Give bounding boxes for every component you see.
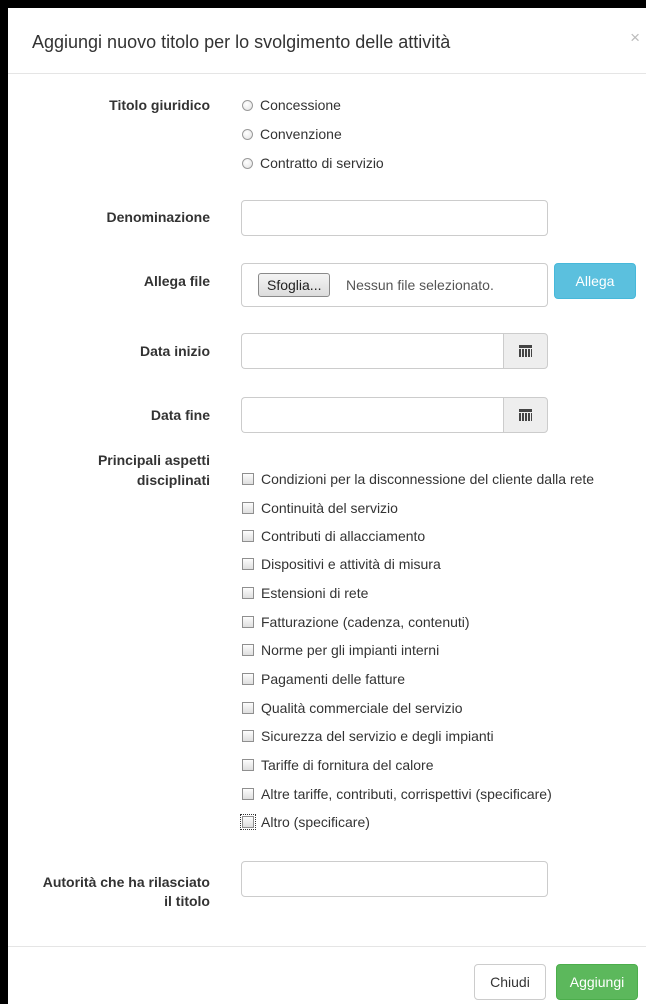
checkbox-label: Pagamenti delle fatture	[261, 671, 405, 687]
browse-button[interactable]: Sfoglia...	[258, 273, 331, 297]
checkbox-item[interactable]: Qualità commerciale del servizio	[242, 698, 463, 718]
checkbox[interactable]	[242, 730, 254, 742]
checkbox-label: Contributi di allacciamento	[261, 528, 426, 544]
checkbox[interactable]	[242, 530, 254, 542]
autorita-label-line2: il titolo	[164, 893, 210, 909]
checkbox-label: Altro (specificare)	[261, 814, 370, 830]
data-fine-label: Data fine	[150, 407, 210, 423]
close-icon[interactable]: ×	[630, 28, 640, 48]
checkbox-item[interactable]: Sicurezza del servizio e degli impianti	[242, 726, 494, 746]
checkbox-item[interactable]: Dispositivi e attività di misura	[242, 554, 441, 574]
checkbox-label: Altre tariffe, contributi, corrispettivi…	[261, 786, 552, 802]
checkbox-item[interactable]: Continuità del servizio	[242, 498, 398, 518]
radio-label: Contratto di servizio	[260, 155, 384, 171]
checkbox-item[interactable]: Altre tariffe, contributi, corrispettivi…	[242, 784, 552, 804]
checkbox[interactable]	[242, 587, 254, 599]
aggiungi-button[interactable]: Aggiungi	[556, 964, 638, 1000]
checkbox-item[interactable]: Condizioni per la disconnessione del cli…	[242, 469, 594, 489]
data-inizio-input[interactable]	[241, 333, 503, 369]
data-fine-calendar-button[interactable]	[503, 397, 548, 433]
allega-file-label: Allega file	[143, 273, 210, 289]
checkbox-label: Qualità commerciale del servizio	[261, 700, 463, 716]
aspetti-label-line2: disciplinati	[136, 472, 210, 488]
radio-concessione[interactable]: Concessione	[242, 95, 341, 115]
checkbox[interactable]	[242, 473, 254, 485]
checkbox-label: Condizioni per la disconnessione del cli…	[261, 471, 595, 487]
checkbox-label: Fatturazione (cadenza, contenuti)	[261, 614, 470, 630]
calendar-icon	[519, 409, 532, 421]
denominazione-input[interactable]	[241, 200, 548, 236]
modal-title: Aggiungi nuovo titolo per lo svolgimento…	[32, 32, 451, 52]
modal-footer: Chiudi Aggiungi	[8, 946, 646, 1005]
checkbox-label: Continuità del servizio	[261, 500, 398, 516]
checkbox[interactable]	[240, 814, 256, 830]
file-status-text: Nessun file selezionato.	[346, 277, 494, 293]
data-inizio-label: Data inizio	[139, 343, 210, 359]
checkbox-item[interactable]: Contributi di allacciamento	[242, 526, 425, 546]
checkbox-label: Tariffe di fornitura del calore	[261, 757, 434, 773]
autorita-input[interactable]	[241, 861, 548, 897]
data-fine-input[interactable]	[241, 397, 503, 433]
checkbox[interactable]	[242, 644, 254, 656]
checkbox-item[interactable]: Pagamenti delle fatture	[242, 669, 405, 689]
checkbox-item[interactable]: Altro (specificare)	[240, 812, 370, 832]
checkbox-label: Norme per gli impianti interni	[261, 642, 440, 658]
radio-button[interactable]	[242, 157, 253, 169]
checkbox[interactable]	[242, 759, 254, 771]
radio-button[interactable]	[242, 128, 253, 140]
radio-contratto-di-servizio[interactable]: Contratto di servizio	[242, 153, 384, 173]
checkbox[interactable]	[242, 788, 254, 800]
titolo-giuridico-label: Titolo giuridico	[109, 97, 210, 113]
checkbox-item[interactable]: Fatturazione (cadenza, contenuti)	[242, 612, 470, 632]
checkbox[interactable]	[242, 558, 254, 570]
checkbox[interactable]	[242, 702, 254, 714]
data-fine-datepicker	[241, 397, 548, 433]
file-input[interactable]: Sfoglia... Nessun file selezionato.	[241, 263, 548, 307]
aspetti-label-line1: Principali aspetti	[97, 452, 210, 468]
denominazione-label: Denominazione	[106, 209, 210, 225]
chiudi-button[interactable]: Chiudi	[474, 964, 546, 1000]
checkbox[interactable]	[242, 616, 254, 628]
data-inizio-datepicker	[241, 333, 548, 369]
checkbox-item[interactable]: Tariffe di fornitura del calore	[242, 755, 434, 775]
checkbox[interactable]	[242, 502, 254, 514]
window-edge-left	[0, 0, 8, 1004]
attach-button[interactable]: Allega	[554, 263, 636, 299]
data-inizio-calendar-button[interactable]	[503, 333, 548, 369]
calendar-icon	[519, 345, 532, 357]
checkbox-item[interactable]: Estensioni di rete	[242, 583, 368, 603]
checkbox-label: Sicurezza del servizio e degli impianti	[261, 728, 494, 744]
modal-header: Aggiungi nuovo titolo per lo svolgimento…	[8, 8, 646, 74]
radio-convenzione[interactable]: Convenzione	[242, 124, 342, 144]
checkbox[interactable]	[242, 673, 254, 685]
radio-label: Convenzione	[260, 126, 342, 142]
checkbox-item[interactable]: Norme per gli impianti interni	[242, 640, 439, 660]
checkbox-label: Dispositivi e attività di misura	[261, 556, 441, 572]
checkbox-label: Estensioni di rete	[261, 585, 369, 601]
window-edge-top	[0, 0, 646, 8]
radio-button[interactable]	[242, 99, 253, 111]
radio-label: Concessione	[260, 97, 341, 113]
autorita-label-line1: Autorità che ha rilasciato	[42, 874, 210, 890]
modal-dialog: Aggiungi nuovo titolo per lo svolgimento…	[8, 8, 646, 1004]
